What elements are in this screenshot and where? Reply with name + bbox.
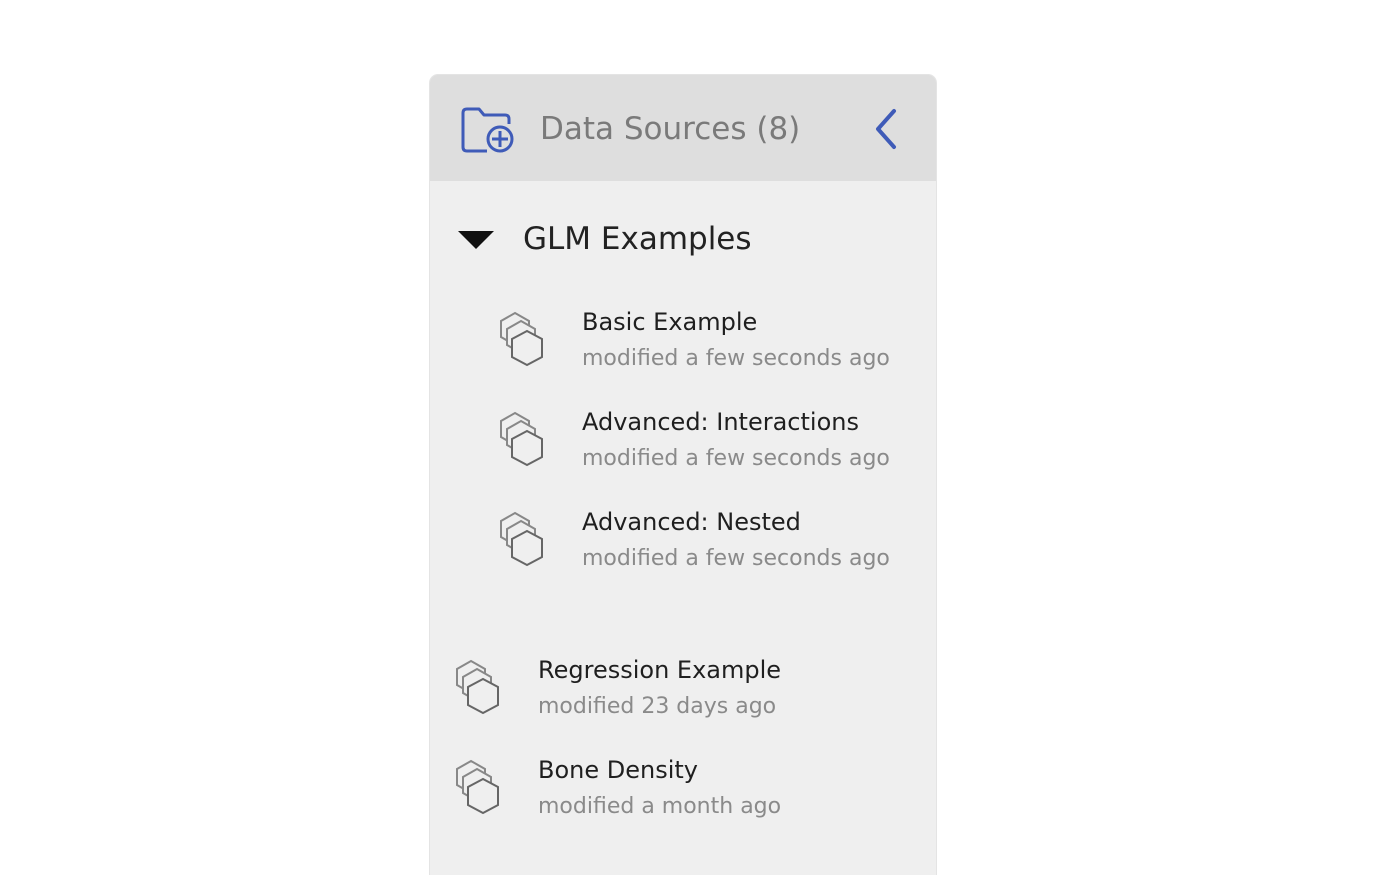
data-source-name: Advanced: Nested bbox=[582, 508, 801, 536]
group-title: GLM Examples bbox=[523, 221, 752, 257]
data-source-item[interactable]: Advanced: Interactions modified a few se… bbox=[492, 405, 936, 483]
chevron-left-icon[interactable] bbox=[866, 105, 906, 153]
data-source-item[interactable]: Advanced: Nested modified a few seconds … bbox=[492, 505, 936, 583]
dataset-stack-icon bbox=[456, 659, 499, 715]
data-source-name: Basic Example bbox=[582, 308, 758, 336]
data-source-name: Advanced: Interactions bbox=[582, 408, 859, 436]
data-source-item[interactable]: Bone Density modified a month ago bbox=[448, 753, 918, 831]
data-source-name: Bone Density bbox=[538, 756, 698, 784]
data-source-item[interactable]: Regression Example modified 23 days ago bbox=[448, 653, 918, 731]
data-source-modified: modified a few seconds ago bbox=[582, 346, 890, 371]
dataset-stack-icon bbox=[456, 759, 499, 815]
dataset-stack-icon bbox=[500, 311, 543, 367]
dataset-stack-icon bbox=[500, 411, 543, 467]
data-source-modified: modified a month ago bbox=[538, 794, 782, 819]
dataset-stack-icon bbox=[500, 511, 543, 567]
panel-header: Data Sources (8) bbox=[430, 75, 936, 181]
data-source-modified: modified a few seconds ago bbox=[582, 446, 890, 471]
data-source-modified: modified 23 days ago bbox=[538, 694, 777, 719]
data-sources-panel: Data Sources (8) GLM Examples Basic Exam… bbox=[430, 75, 936, 875]
data-source-item[interactable]: Basic Example modified a few seconds ago bbox=[492, 305, 936, 383]
folder-add-icon bbox=[461, 107, 514, 153]
caret-down-icon[interactable] bbox=[458, 229, 494, 251]
data-source-name: Regression Example bbox=[538, 656, 782, 684]
panel-title: Data Sources (8) bbox=[540, 111, 801, 147]
data-source-modified: modified a few seconds ago bbox=[582, 546, 890, 571]
